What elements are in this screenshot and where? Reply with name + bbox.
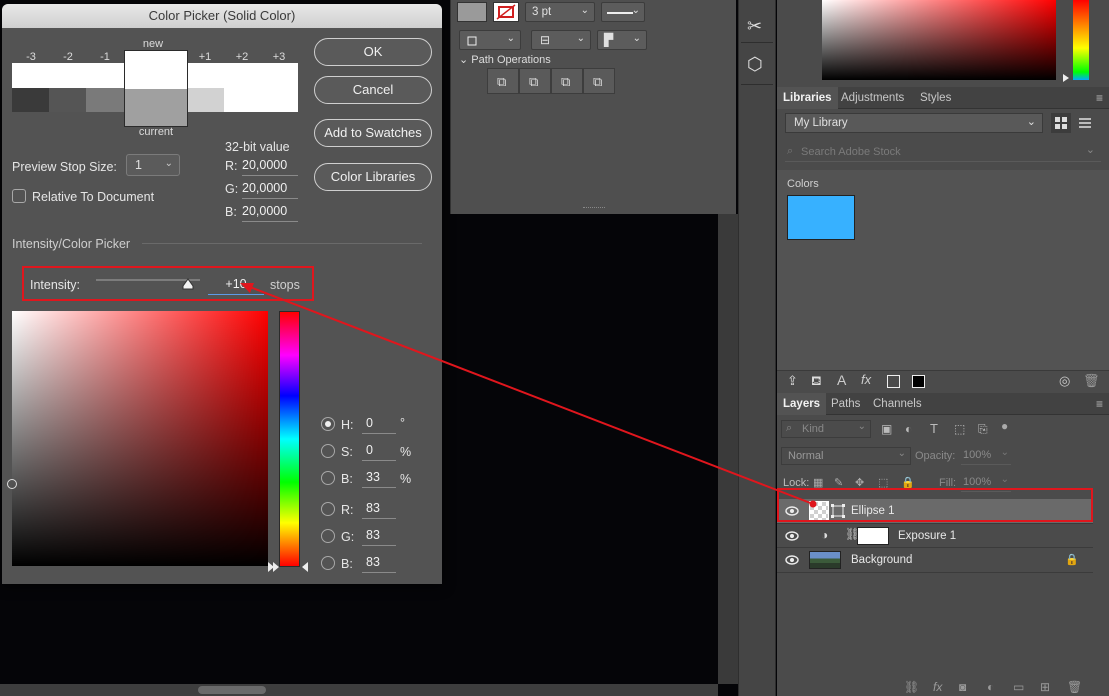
annotation-arrow: [240, 283, 817, 508]
